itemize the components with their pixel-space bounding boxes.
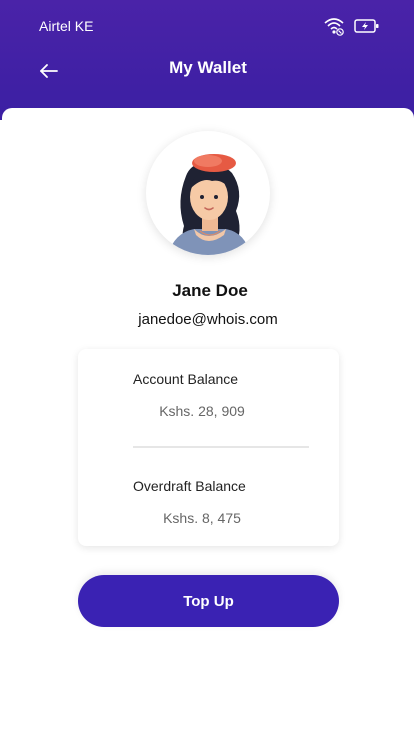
top-up-button[interactable]: Top Up <box>78 575 339 627</box>
user-avatar-illustration <box>168 154 250 255</box>
wifi-icon <box>324 18 344 36</box>
carrier-name: Airtel KE <box>39 18 94 34</box>
status-bar: Airtel KE <box>0 0 414 52</box>
overdraft-balance-value: Kshs. 8, 475 <box>163 510 241 526</box>
header-bar: Airtel KE My Wallet <box>0 0 414 120</box>
user-name: Jane Doe <box>172 281 248 300</box>
page-title: My Wallet <box>169 58 247 77</box>
account-balance-value: Kshs. 28, 909 <box>159 403 245 419</box>
balance-card: Account Balance Kshs. 28, 909 Overdraft … <box>78 349 339 546</box>
user-email: janedoe@whois.com <box>138 311 278 328</box>
account-balance-label: Account Balance <box>133 371 239 387</box>
overdraft-balance-label: Overdraft Balance <box>133 478 246 494</box>
divider <box>133 446 309 448</box>
avatar <box>146 131 270 255</box>
battery-charging-icon <box>354 19 379 33</box>
